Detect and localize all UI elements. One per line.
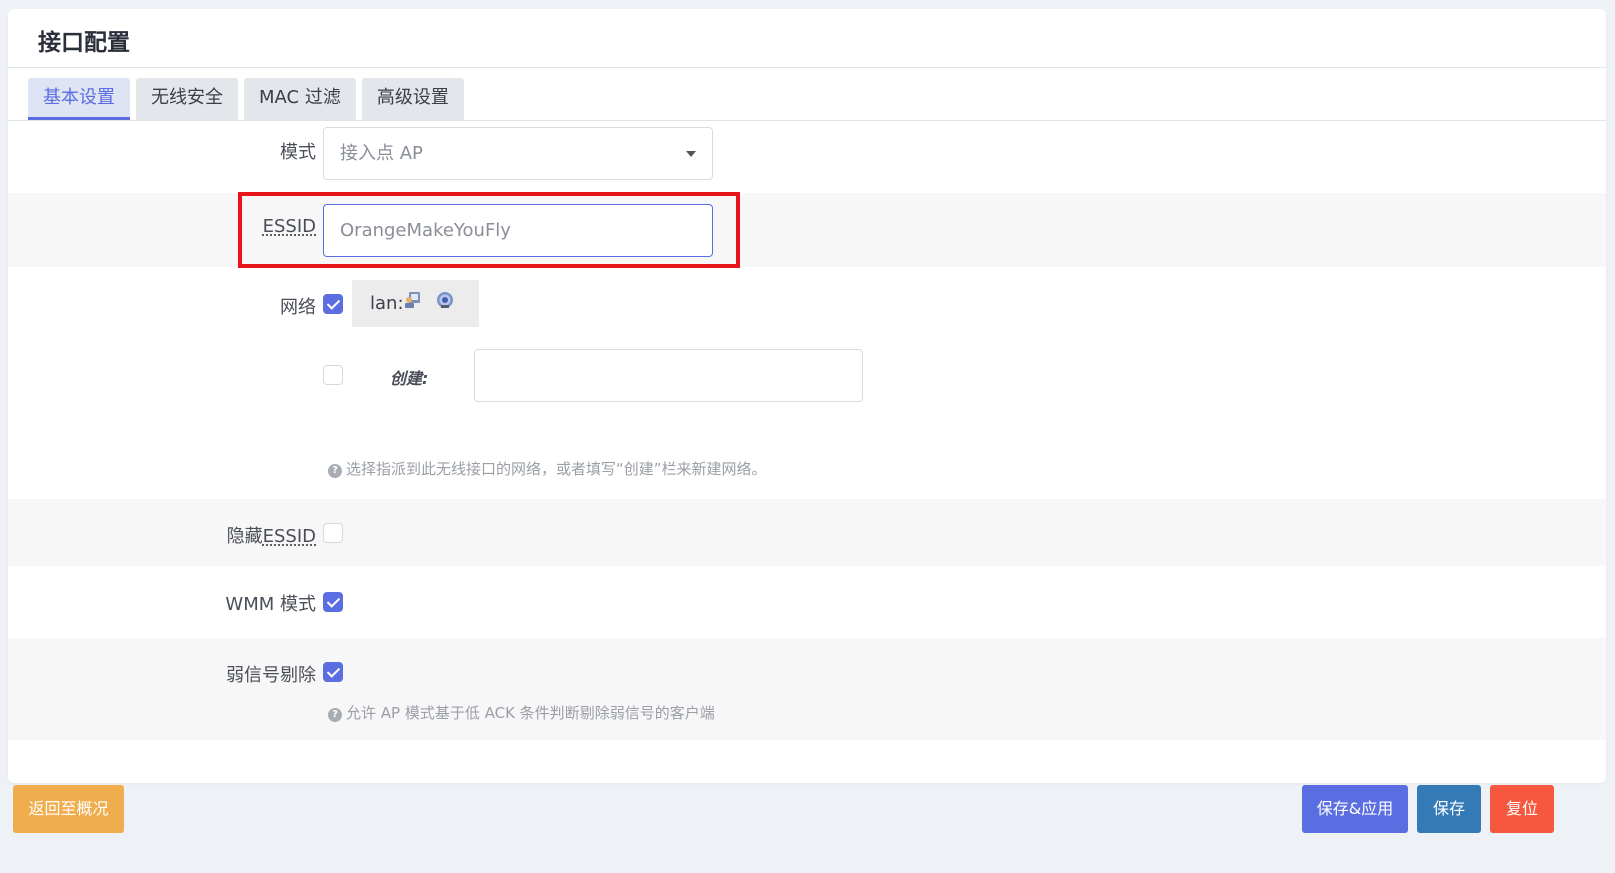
wmm-label: WMM 模式 bbox=[225, 594, 316, 615]
weak-signal-hint-text: 允许 AP 模式基于低 ACK 条件判断剔除弱信号的客户端 bbox=[346, 704, 715, 722]
create-network-input[interactable] bbox=[474, 349, 863, 402]
ethernet-bridge-icon bbox=[405, 292, 420, 308]
chevron-down-icon bbox=[686, 151, 696, 157]
save-button[interactable]: 保存 bbox=[1417, 785, 1481, 833]
lan-checkbox[interactable] bbox=[323, 294, 343, 314]
highlight-box bbox=[238, 192, 740, 268]
create-label: 创建: bbox=[390, 369, 429, 388]
weak-signal-row: 弱信号剔除 ? 允许 AP 模式基于低 ACK 条件判断剔除弱信号的客户端 bbox=[8, 638, 1606, 740]
hide-essid-label-prefix: 隐藏 bbox=[226, 526, 263, 547]
save-apply-button[interactable]: 保存&应用 bbox=[1302, 785, 1408, 833]
weak-signal-checkbox[interactable] bbox=[323, 662, 343, 682]
lan-label: lan: bbox=[370, 293, 404, 314]
wifi-icon bbox=[437, 292, 453, 308]
page-title: 接口配置 bbox=[38, 30, 130, 56]
tab-mac-filter[interactable]: MAC 过滤 bbox=[244, 78, 356, 120]
mode-select-value: 接入点 AP bbox=[340, 143, 423, 164]
weak-signal-hint: ? 允许 AP 模式基于低 ACK 条件判断剔除弱信号的客户端 bbox=[328, 702, 715, 723]
help-circle-icon: ? bbox=[328, 464, 342, 478]
network-label: 网络 bbox=[280, 297, 316, 318]
wmm-checkbox[interactable] bbox=[323, 592, 343, 612]
interface-config-panel: 接口配置 基本设置 无线安全 MAC 过滤 高级设置 模式 接入点 AP ESS… bbox=[8, 9, 1606, 783]
mode-row: 模式 接入点 AP bbox=[8, 121, 1606, 193]
weak-signal-label: 弱信号剔除 bbox=[226, 665, 316, 686]
wmm-row: WMM 模式 bbox=[8, 566, 1606, 638]
tab-basic-settings[interactable]: 基本设置 bbox=[28, 78, 130, 120]
reset-button[interactable]: 复位 bbox=[1490, 785, 1554, 833]
title-divider bbox=[8, 67, 1606, 68]
network-hint-text: 选择指派到此无线接口的网络，或者填写“创建”栏来新建网络。 bbox=[346, 460, 767, 478]
hide-essid-label: 隐藏ESSID bbox=[227, 522, 316, 548]
mode-label: 模式 bbox=[280, 142, 316, 163]
tab-advanced-settings[interactable]: 高级设置 bbox=[361, 78, 464, 120]
hide-essid-row: 隐藏ESSID bbox=[8, 499, 1606, 566]
lan-network-chip[interactable]: lan: bbox=[352, 280, 479, 327]
tab-wireless-security[interactable]: 无线安全 bbox=[136, 78, 238, 120]
network-hint: ? 选择指派到此无线接口的网络，或者填写“创建”栏来新建网络。 bbox=[328, 458, 767, 479]
back-to-overview-button[interactable]: 返回至概况 bbox=[13, 785, 124, 833]
create-network-checkbox[interactable] bbox=[323, 365, 343, 385]
mode-select[interactable]: 接入点 AP bbox=[323, 127, 713, 180]
tab-bar: 基本设置 无线安全 MAC 过滤 高级设置 bbox=[28, 78, 464, 120]
help-circle-icon: ? bbox=[328, 708, 342, 722]
hide-essid-checkbox[interactable] bbox=[323, 523, 343, 543]
hide-essid-label-essid: ESSID bbox=[262, 526, 316, 547]
